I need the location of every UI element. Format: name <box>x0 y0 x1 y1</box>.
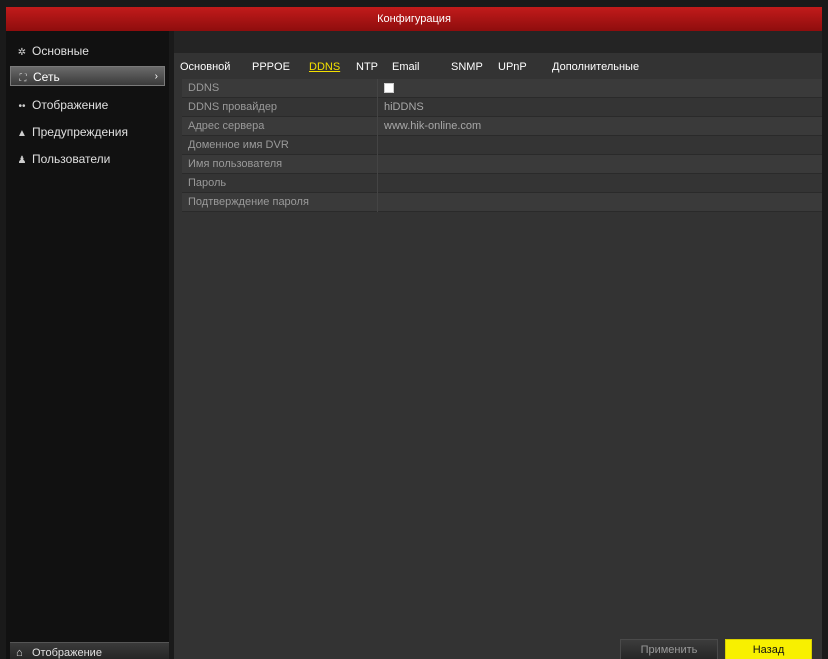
ddns-provider-select[interactable]: hiDDNS <box>380 98 822 117</box>
gear-icon: ✲ <box>17 47 27 58</box>
form-row-password: Пароль <box>182 174 822 193</box>
field-label: Пароль <box>182 174 378 193</box>
window-title-bar: Конфигурация <box>6 7 822 31</box>
main-panel: Основной PPPOE DDNS NTP Email SNMP UPnP … <box>174 31 822 659</box>
main-header-strip <box>174 31 822 53</box>
ddns-form: DDNS DDNS провайдер hiDDNS Адрес сервера… <box>182 79 822 212</box>
password-field[interactable] <box>380 174 822 193</box>
field-label: Имя пользователя <box>182 155 378 174</box>
sidebar-bottom-display-button[interactable]: ⌂ Отображение <box>10 642 169 659</box>
warning-icon: ▲ <box>17 128 27 139</box>
sidebar-item-network[interactable]: ⛶ Сеть › <box>10 66 165 86</box>
tab-email[interactable]: Email <box>392 56 420 78</box>
sidebar-item-users[interactable]: ♟ Пользователи <box>10 149 165 169</box>
field-label: DDNS <box>182 79 378 98</box>
display-icon: •• <box>18 101 26 112</box>
tab-pppoe[interactable]: PPPOE <box>252 56 290 78</box>
sidebar-item-label: Предупреждения <box>32 125 128 139</box>
back-button[interactable]: Назад <box>725 639 812 659</box>
window-title: Конфигурация <box>377 13 451 25</box>
tab-ntp[interactable]: NTP <box>356 56 378 78</box>
sidebar-item-label: Пользователи <box>32 152 111 166</box>
tab-snmp[interactable]: SNMP <box>451 56 483 78</box>
users-icon: ♟ <box>17 155 27 166</box>
form-row-ddns: DDNS <box>182 79 822 98</box>
username-field[interactable] <box>380 155 822 174</box>
dvr-domain-field[interactable] <box>380 136 822 155</box>
sidebar-bottom-label: Отображение <box>32 647 102 659</box>
field-label: Адрес сервера <box>182 117 378 136</box>
sidebar-item-label: Отображение <box>32 98 109 112</box>
home-icon: ⌂ <box>16 647 23 659</box>
tab-ddns[interactable]: DDNS <box>309 56 340 78</box>
field-label: Подтверждение пароля <box>182 193 378 212</box>
form-row-server: Адрес сервера www.hik-online.com <box>182 117 822 136</box>
form-row-domain: Доменное имя DVR <box>182 136 822 155</box>
tab-advanced[interactable]: Дополнительные <box>552 56 639 78</box>
confirm-password-field[interactable] <box>380 193 822 212</box>
sidebar-item-warnings[interactable]: ▲ Предупреждения <box>10 122 165 142</box>
form-row-username: Имя пользователя <box>182 155 822 174</box>
apply-button[interactable]: Применить <box>620 639 718 659</box>
form-row-confirm-password: Подтверждение пароля <box>182 193 822 212</box>
sidebar-item-label: Сеть <box>33 70 60 84</box>
tab-bar: Основной PPPOE DDNS NTP Email SNMP UPnP … <box>174 56 822 78</box>
sidebar-item-basic[interactable]: ✲ Основные <box>10 41 165 61</box>
network-icon: ⛶ <box>19 73 27 84</box>
server-address-field[interactable]: www.hik-online.com <box>380 117 822 136</box>
field-label: DDNS провайдер <box>182 98 378 117</box>
sidebar: ✲ Основные ⛶ Сеть › •• Отображение ▲ Предупр… <box>6 31 169 659</box>
tab-basic[interactable]: Основной <box>180 56 230 78</box>
form-row-provider: DDNS провайдер hiDDNS <box>182 98 822 117</box>
chevron-right-icon: › <box>154 71 158 82</box>
field-label: Доменное имя DVR <box>182 136 378 155</box>
ddns-enable-checkbox[interactable] <box>384 83 394 93</box>
sidebar-item-label: Основные <box>32 44 89 58</box>
sidebar-item-display[interactable]: •• Отображение <box>10 95 165 115</box>
tab-upnp[interactable]: UPnP <box>498 56 527 78</box>
